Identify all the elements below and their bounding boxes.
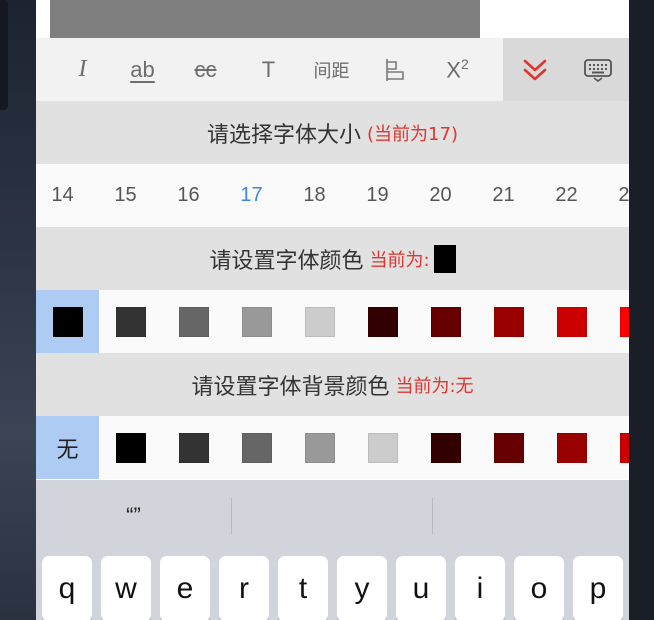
bg-color-row: 无 bbox=[36, 416, 629, 479]
underline-button[interactable]: ab bbox=[111, 38, 174, 101]
suggestion-item[interactable]: “” bbox=[36, 480, 231, 552]
system-keyboard: “” q w e r t y u i o p bbox=[36, 480, 629, 620]
color-swatch-selected[interactable] bbox=[36, 290, 99, 353]
size-option[interactable]: 22 bbox=[535, 164, 598, 227]
bg-color-swatch[interactable] bbox=[414, 416, 477, 479]
superscript-button[interactable]: X2 bbox=[426, 38, 489, 101]
font-size-title: 请选择字体大小 bbox=[207, 122, 362, 148]
device-notch bbox=[0, 0, 8, 110]
italic-button[interactable]: I bbox=[51, 38, 114, 101]
color-swatch[interactable] bbox=[288, 290, 351, 353]
collapse-button[interactable] bbox=[503, 38, 566, 101]
key-o[interactable]: o bbox=[514, 556, 564, 620]
app-screen: I ab cc T 间距 X2 请选择字体大小 (当前为17) 14 15 16… bbox=[36, 0, 629, 620]
keyboard-toggle-button[interactable] bbox=[566, 38, 629, 101]
superscript-icon: X2 bbox=[446, 55, 469, 83]
suggestion-item[interactable] bbox=[433, 480, 629, 552]
key-t[interactable]: t bbox=[278, 556, 328, 620]
underline-icon: ab bbox=[130, 56, 155, 82]
key-w[interactable]: w bbox=[101, 556, 151, 620]
key-q[interactable]: q bbox=[42, 556, 92, 620]
color-swatch[interactable] bbox=[162, 290, 225, 353]
font-color-current-swatch bbox=[433, 244, 456, 273]
color-swatch[interactable] bbox=[351, 290, 414, 353]
align-button[interactable] bbox=[363, 38, 426, 101]
collapse-chevrons-icon bbox=[523, 59, 546, 80]
text-size-icon: T bbox=[261, 56, 276, 82]
size-option[interactable]: 19 bbox=[346, 164, 409, 227]
color-swatch[interactable] bbox=[540, 290, 603, 353]
key-p[interactable]: p bbox=[573, 556, 623, 620]
color-swatch[interactable] bbox=[414, 290, 477, 353]
strikethrough-icon: cc bbox=[194, 56, 217, 82]
size-option[interactable]: 21 bbox=[472, 164, 535, 227]
size-option[interactable]: 23 bbox=[598, 164, 629, 227]
size-option[interactable]: 20 bbox=[409, 164, 472, 227]
editor-area[interactable] bbox=[36, 0, 629, 38]
suggestion-bar: “” bbox=[36, 480, 629, 552]
bg-color-swatch[interactable] bbox=[477, 416, 540, 479]
format-toolbar: I ab cc T 间距 X2 bbox=[36, 38, 629, 101]
size-option[interactable]: 15 bbox=[94, 164, 157, 227]
bg-color-swatch[interactable] bbox=[288, 416, 351, 479]
font-color-current-label: 当前为: bbox=[369, 249, 430, 271]
bg-color-title: 请设置字体背景颜色 bbox=[191, 374, 390, 400]
bg-color-header: 请设置字体背景颜色 当前为: 无 bbox=[36, 353, 629, 416]
background-right bbox=[629, 0, 654, 620]
italic-icon: I bbox=[78, 56, 87, 82]
font-size-current: (当前为17) bbox=[367, 123, 458, 145]
keyboard-icon bbox=[583, 58, 612, 82]
color-swatch[interactable] bbox=[477, 290, 540, 353]
bg-none-option[interactable]: 无 bbox=[36, 416, 99, 479]
key-r[interactable]: r bbox=[219, 556, 269, 620]
background-left bbox=[0, 0, 36, 620]
key-e[interactable]: e bbox=[160, 556, 210, 620]
color-swatch[interactable] bbox=[603, 290, 629, 353]
key-i[interactable]: i bbox=[455, 556, 505, 620]
bg-color-current-label: 当前为: bbox=[395, 375, 456, 397]
suggestion-item[interactable] bbox=[232, 480, 432, 552]
bg-color-current-value: 无 bbox=[455, 375, 474, 397]
font-color-header: 请设置字体颜色 当前为: bbox=[36, 227, 629, 290]
key-u[interactable]: u bbox=[396, 556, 446, 620]
font-color-row bbox=[36, 290, 629, 353]
editor-image-placeholder bbox=[50, 0, 480, 38]
spacing-button[interactable]: 间距 bbox=[300, 38, 363, 101]
size-option[interactable]: 14 bbox=[36, 164, 94, 227]
size-option-selected[interactable]: 17 bbox=[220, 164, 283, 227]
size-option[interactable]: 18 bbox=[283, 164, 346, 227]
text-size-button[interactable]: T bbox=[237, 38, 300, 101]
color-swatch[interactable] bbox=[225, 290, 288, 353]
align-left-icon bbox=[385, 58, 404, 81]
bg-color-swatch[interactable] bbox=[162, 416, 225, 479]
font-color-title: 请设置字体颜色 bbox=[209, 248, 364, 274]
bg-color-swatch[interactable] bbox=[351, 416, 414, 479]
key-y[interactable]: y bbox=[337, 556, 387, 620]
bg-color-swatch[interactable] bbox=[540, 416, 603, 479]
bg-color-swatch[interactable] bbox=[225, 416, 288, 479]
font-size-header: 请选择字体大小 (当前为17) bbox=[36, 101, 629, 164]
font-size-row: 14 15 16 17 18 19 20 21 22 23 bbox=[36, 164, 629, 227]
spacing-icon: 间距 bbox=[313, 60, 350, 82]
color-swatch[interactable] bbox=[99, 290, 162, 353]
bg-color-swatch[interactable] bbox=[603, 416, 629, 479]
size-option[interactable]: 16 bbox=[157, 164, 220, 227]
strikethrough-button[interactable]: cc bbox=[174, 38, 237, 101]
bg-color-swatch[interactable] bbox=[99, 416, 162, 479]
